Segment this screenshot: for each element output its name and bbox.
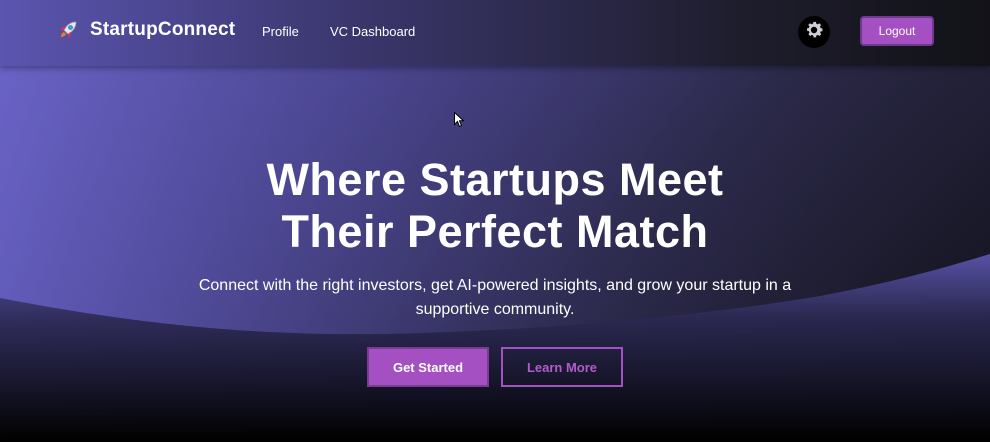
settings-button[interactable] [798, 16, 830, 48]
learn-more-button[interactable]: Learn More [501, 347, 623, 387]
gear-icon [803, 19, 825, 46]
nav-link-profile[interactable]: Profile [262, 24, 299, 39]
hero-section: Where Startups Meet Their Perfect Match … [0, 66, 990, 442]
hero-subtitle: Connect with the right investors, get AI… [198, 277, 792, 318]
navbar: StartupConnect Profile VC Dashboard Logo… [0, 0, 990, 66]
rocket-icon [56, 18, 80, 42]
hero-title: Where Startups Meet Their Perfect Match [0, 154, 990, 258]
brand-name: StartupConnect [90, 19, 236, 40]
brand[interactable]: StartupConnect [56, 18, 235, 42]
nav-link-vc-dashboard[interactable]: VC Dashboard [330, 24, 415, 39]
get-started-button[interactable]: Get Started [367, 347, 489, 387]
landing-page: StartupConnect Profile VC Dashboard Logo… [0, 0, 990, 442]
mouse-cursor-icon [454, 111, 465, 128]
hero-title-line-2: Their Perfect Match [281, 206, 709, 257]
logout-button[interactable]: Logout [860, 16, 934, 46]
hero-title-line-1: Where Startups Meet [266, 154, 724, 205]
